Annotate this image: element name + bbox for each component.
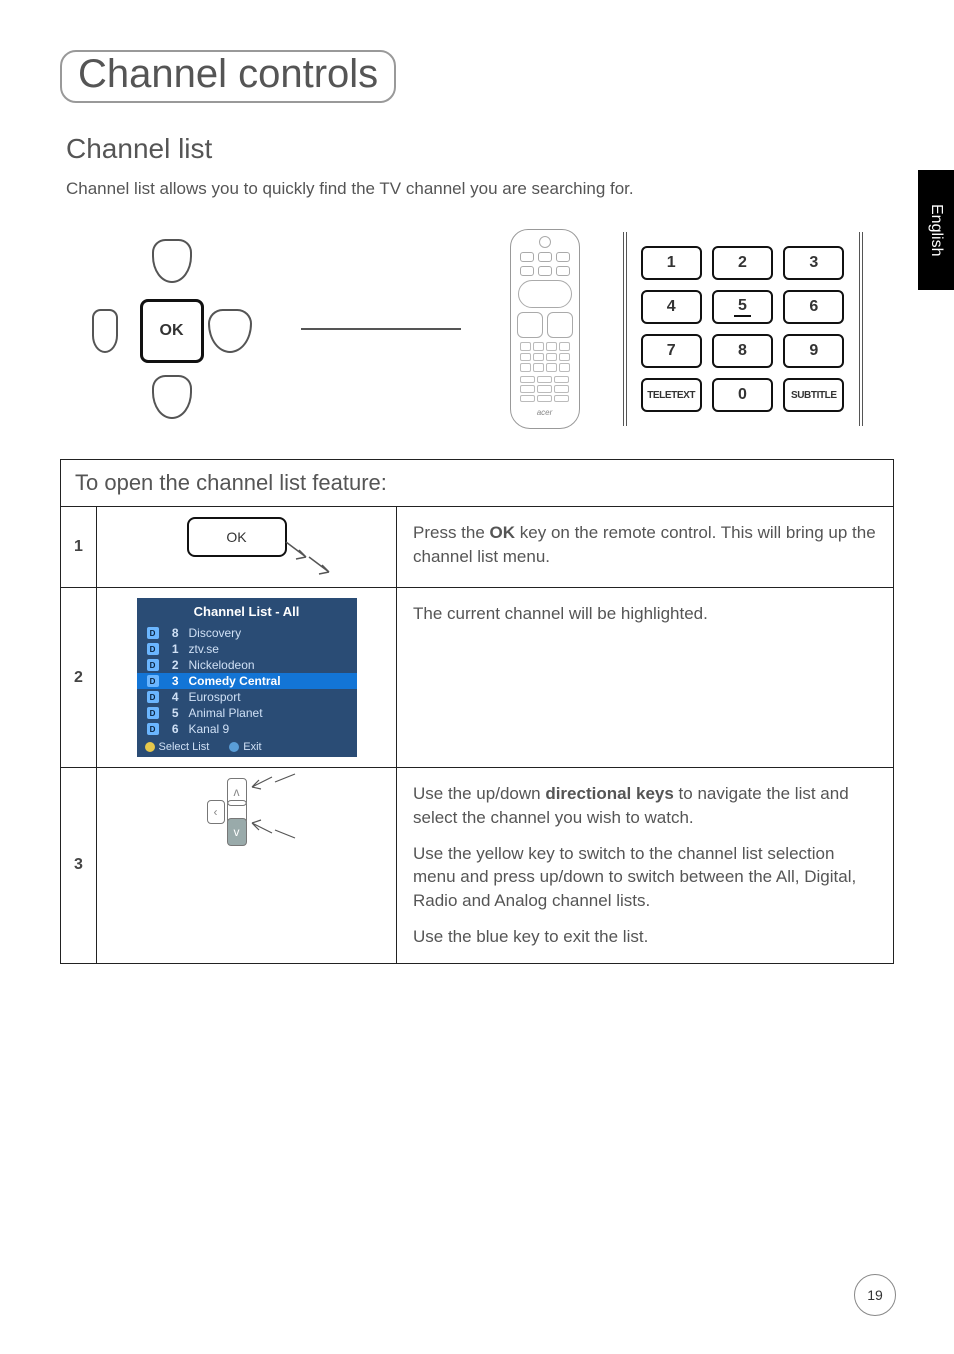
dpad-ok-button: OK	[140, 299, 204, 363]
step-figure-channel-list: Channel List - All D 8 Discovery D 1 ztv…	[97, 588, 397, 767]
step-number: 3	[61, 768, 97, 963]
cursor-arrow-icon	[247, 772, 297, 802]
step-row-1: 1 OK Press the OK key on the remote cont…	[61, 507, 893, 588]
channel-list-item-selected: D 3 Comedy Central	[137, 673, 357, 689]
channel-type-icon: D	[147, 723, 159, 735]
numpad-key-5: 5	[712, 290, 773, 324]
step-row-2: 2 Channel List - All D 8 Discovery D 1 z…	[61, 588, 893, 768]
dpad-down-button	[152, 375, 192, 419]
section-title: Channel list	[66, 133, 894, 165]
numpad-key-2: 2	[712, 246, 773, 280]
numpad-key-7: 7	[641, 334, 702, 368]
dpad-right-button	[208, 309, 252, 353]
channel-type-icon: D	[147, 659, 159, 671]
channel-type-icon: D	[147, 627, 159, 639]
page-title: Channel controls	[78, 52, 378, 97]
channel-list-item: D 4 Eurosport	[137, 689, 357, 705]
step-description: The current channel will be highlighted.	[397, 588, 893, 767]
numpad-key-subtitle: SUBTITLE	[783, 378, 844, 412]
channel-name: Animal Planet	[189, 706, 263, 720]
blue-dot-icon	[229, 742, 239, 752]
numpad-key-1: 1	[641, 246, 702, 280]
channel-list-item: D 6 Kanal 9	[137, 721, 357, 737]
step-figure-ok-button: OK	[97, 507, 397, 587]
dpad-left-button	[92, 309, 118, 353]
numpad-key-teletext: TELETEXT	[641, 378, 702, 412]
cursor-arrow-icon	[281, 537, 331, 577]
step-number: 2	[61, 588, 97, 767]
channel-list-item: D 2 Nickelodeon	[137, 657, 357, 673]
channel-type-icon: D	[147, 707, 159, 719]
page-number: 19	[854, 1274, 896, 1316]
channel-name: Discovery	[189, 626, 242, 640]
step-description: Use the up/down directional keys to navi…	[397, 768, 893, 963]
intro-text: Channel list allows you to quickly find …	[66, 179, 894, 199]
channel-list-item: D 5 Animal Planet	[137, 705, 357, 721]
channel-type-icon: D	[147, 643, 159, 655]
ok-key-illustration: OK	[187, 517, 287, 557]
remote-brand-logo: acer	[537, 408, 553, 417]
numpad-key-9: 9	[783, 334, 844, 368]
channel-type-icon: D	[147, 691, 159, 703]
yellow-dot-icon	[145, 742, 155, 752]
channel-list-menu: Channel List - All D 8 Discovery D 1 ztv…	[137, 598, 357, 757]
steps-table: To open the channel list feature: 1 OK P…	[60, 459, 894, 964]
figure-row: OK acer 1 2 3 4 5 6 7 8 9 TELETEXT 0 SUB…	[60, 229, 894, 429]
numpad-key-4: 4	[641, 290, 702, 324]
channel-list-item: D 1 ztv.se	[137, 641, 357, 657]
channel-name: Kanal 9	[189, 722, 230, 736]
directional-keys-illustration: ʌ ‹ v	[187, 778, 307, 848]
page-title-box: Channel controls	[60, 50, 396, 103]
left-key-icon: ‹	[207, 800, 225, 824]
channel-list-title: Channel List - All	[137, 598, 357, 625]
step-description: Press the OK key on the remote control. …	[397, 507, 893, 587]
channel-type-icon: D	[147, 675, 159, 687]
numpad-key-0: 0	[712, 378, 773, 412]
numpad-key-6: 6	[783, 290, 844, 324]
steps-table-header: To open the channel list feature:	[61, 460, 893, 507]
dpad-up-button	[152, 239, 192, 283]
cursor-arrow-icon	[247, 818, 297, 848]
channel-name: Comedy Central	[189, 674, 281, 688]
numpad-key-8: 8	[712, 334, 773, 368]
language-tab: English	[918, 170, 954, 290]
numpad-key-3: 3	[783, 246, 844, 280]
connector-line	[301, 328, 461, 330]
numpad-illustration: 1 2 3 4 5 6 7 8 9 TELETEXT 0 SUBTITLE	[623, 232, 863, 426]
channel-name: Nickelodeon	[189, 658, 255, 672]
dpad-illustration: OK	[92, 239, 252, 419]
remote-illustration: acer	[510, 229, 580, 429]
down-key-icon: v	[227, 818, 247, 846]
channel-list-footer: Select List Exit	[137, 737, 357, 757]
channel-name: Eurosport	[189, 690, 241, 704]
channel-list-item: D 8 Discovery	[137, 625, 357, 641]
step-row-3: 3 ʌ ‹ v Use the up/down directional keys…	[61, 768, 893, 963]
step-figure-directional-keys: ʌ ‹ v	[97, 768, 397, 963]
channel-name: ztv.se	[189, 642, 219, 656]
step-number: 1	[61, 507, 97, 587]
